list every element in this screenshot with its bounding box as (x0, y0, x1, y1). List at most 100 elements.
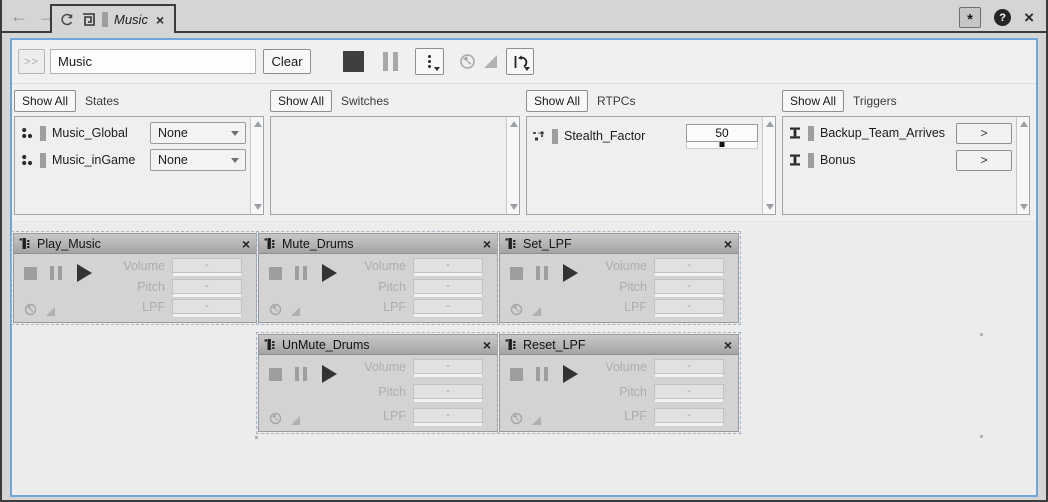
clear-button[interactable]: Clear (263, 49, 311, 74)
scroll-down-icon[interactable] (766, 204, 774, 210)
pause-icon (536, 266, 548, 280)
chevron-down-icon (231, 158, 239, 163)
object-color-chip (808, 126, 814, 141)
close-icon[interactable]: × (724, 236, 732, 252)
close-icon[interactable]: × (1024, 9, 1034, 26)
post-trigger-button[interactable]: > (956, 123, 1012, 144)
pitch-value: - (413, 384, 483, 399)
pause-icon (295, 367, 307, 381)
module-body: Volume - Pitch - LPF - (259, 254, 497, 322)
play-icon[interactable] (322, 264, 337, 282)
states-list: Music_Global None Music_inGame None (14, 116, 264, 215)
close-icon[interactable]: × (483, 236, 491, 252)
trigger-icon (788, 153, 802, 167)
game-parameter-icon (532, 129, 546, 143)
grid-handle (255, 436, 258, 439)
lpf-meter (413, 314, 483, 318)
module-header[interactable]: UnMute_Drums × (259, 335, 497, 355)
module-header[interactable]: Play_Music × (14, 234, 256, 254)
state-combo[interactable]: None (150, 149, 246, 171)
slider-thumb[interactable] (720, 142, 725, 147)
volume-value: - (172, 258, 242, 273)
expand-button[interactable]: >> (18, 49, 45, 74)
scroll-down-icon[interactable] (254, 204, 262, 210)
volume-meter (413, 374, 483, 378)
soundcaster-view: >> Clear Show All States (10, 38, 1038, 497)
event-module[interactable]: Mute_Drums × Volume (258, 233, 498, 323)
back-icon[interactable]: ← (10, 5, 28, 27)
reset-button[interactable] (506, 48, 534, 75)
scrollbar[interactable] (506, 117, 519, 214)
play-icon[interactable] (563, 365, 578, 383)
module-body: Volume - Pitch - LPF - (259, 355, 497, 431)
scroll-up-icon[interactable] (254, 121, 262, 127)
event-module[interactable]: Reset_LPF × Volume (499, 334, 739, 432)
tab-close-icon[interactable]: × (156, 12, 164, 28)
pitch-value: - (654, 384, 724, 399)
game-sync-panels: Show All States Music_Global None (12, 84, 1036, 221)
tab-music[interactable]: Music × (50, 4, 176, 33)
rtpc-name: Stealth_Factor (564, 129, 680, 143)
pitch-meter (172, 294, 242, 298)
object-color-chip (102, 12, 108, 27)
module-header[interactable]: Mute_Drums × (259, 234, 497, 254)
scroll-up-icon[interactable] (510, 121, 518, 127)
pitch-meter (413, 294, 483, 298)
volume-label: Volume (592, 258, 647, 273)
rtpcs-show-all-button[interactable]: Show All (526, 90, 588, 112)
session-name-input[interactable] (50, 49, 256, 74)
scrollbar[interactable] (1016, 117, 1029, 214)
module-header[interactable]: Reset_LPF × (500, 335, 738, 355)
scroll-down-icon[interactable] (1020, 204, 1028, 210)
post-trigger-button[interactable]: > (956, 150, 1012, 171)
more-options-button[interactable] (415, 48, 444, 75)
scroll-up-icon[interactable] (766, 121, 774, 127)
event-module[interactable]: UnMute_Drums × Volume (258, 334, 498, 432)
states-panel-label: States (85, 94, 119, 108)
fade-icon (291, 307, 300, 316)
module-title: Reset_LPF (523, 338, 719, 352)
event-module[interactable]: Set_LPF × Volume - (499, 233, 739, 323)
close-icon[interactable]: × (724, 337, 732, 353)
scrollbar[interactable] (250, 117, 263, 214)
volume-meter (654, 273, 724, 277)
grid-handle (980, 435, 983, 438)
triggers-panel-label: Triggers (853, 94, 897, 108)
play-icon[interactable] (322, 365, 337, 383)
pitch-label: Pitch (351, 279, 406, 294)
module-body: Volume - Pitch - LPF - (14, 254, 256, 322)
help-icon[interactable]: ? (994, 9, 1011, 26)
vertical-dots-icon (428, 55, 431, 68)
scroll-up-icon[interactable] (1020, 121, 1028, 127)
pause-icon (536, 367, 548, 381)
play-icon[interactable] (563, 264, 578, 282)
close-icon[interactable]: × (483, 337, 491, 353)
fade-icon (532, 416, 541, 425)
lpf-label: LPF (351, 299, 406, 314)
switches-panel-label: Switches (341, 94, 389, 108)
module-title: Play_Music (37, 237, 237, 251)
volume-label: Volume (351, 359, 406, 374)
switches-show-all-button[interactable]: Show All (270, 90, 332, 112)
caret-down-icon (434, 67, 440, 71)
close-icon[interactable]: × (242, 236, 250, 252)
lpf-value: - (654, 299, 724, 314)
triggers-show-all-button[interactable]: Show All (782, 90, 844, 112)
volume-label: Volume (592, 359, 647, 374)
timer-icon (510, 303, 523, 316)
module-header[interactable]: Set_LPF × (500, 234, 738, 254)
favorite-button[interactable]: * (959, 7, 981, 28)
state-row: Music_Global None (20, 122, 246, 144)
states-show-all-button[interactable]: Show All (14, 90, 76, 112)
scrollbar[interactable] (762, 117, 775, 214)
scroll-down-icon[interactable] (510, 204, 518, 210)
rtpc-value-input[interactable]: 50 (686, 124, 758, 142)
state-group-name: Music_inGame (52, 153, 144, 167)
stop-all-icon[interactable] (343, 51, 364, 72)
pitch-label: Pitch (592, 279, 647, 294)
event-module[interactable]: Play_Music × Volume (13, 233, 257, 323)
triggers-panel: Show All Triggers Backup_Team_Arrives > (782, 88, 1030, 215)
rtpc-slider[interactable] (686, 142, 758, 149)
state-combo[interactable]: None (150, 122, 246, 144)
play-icon[interactable] (77, 264, 92, 282)
